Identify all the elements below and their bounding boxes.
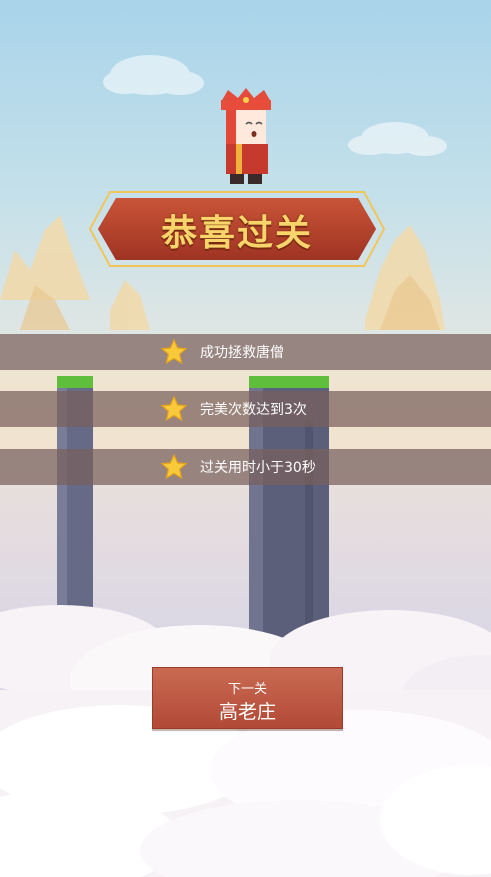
next-level-caption: 下一关 xyxy=(227,682,267,697)
star-icon xyxy=(160,338,188,365)
achievement-row: 成功拯救唐僧 xyxy=(0,334,491,370)
star-icon xyxy=(160,395,188,422)
achievement-row: 过关用时小于30秒 xyxy=(0,449,491,485)
star-icon xyxy=(160,453,188,480)
achievement-row: 完美次数达到3次 xyxy=(0,391,491,427)
achievement-text: 完美次数达到3次 xyxy=(200,402,307,418)
achievement-text: 成功拯救唐僧 xyxy=(200,345,284,361)
next-level-button[interactable]: 下一关 高老庄 xyxy=(152,667,343,729)
level-complete-title: 恭喜过关 xyxy=(160,213,313,254)
next-level-name: 高老庄 xyxy=(218,701,276,723)
achievement-text: 过关用时小于30秒 xyxy=(200,460,316,476)
cloud-sea xyxy=(0,605,491,877)
monk-character xyxy=(221,88,271,184)
game-scene: 恭喜过关 成功拯救唐僧 完美次数达到3次 过关用时小于30秒 下一关 高老庄 xyxy=(0,0,491,877)
